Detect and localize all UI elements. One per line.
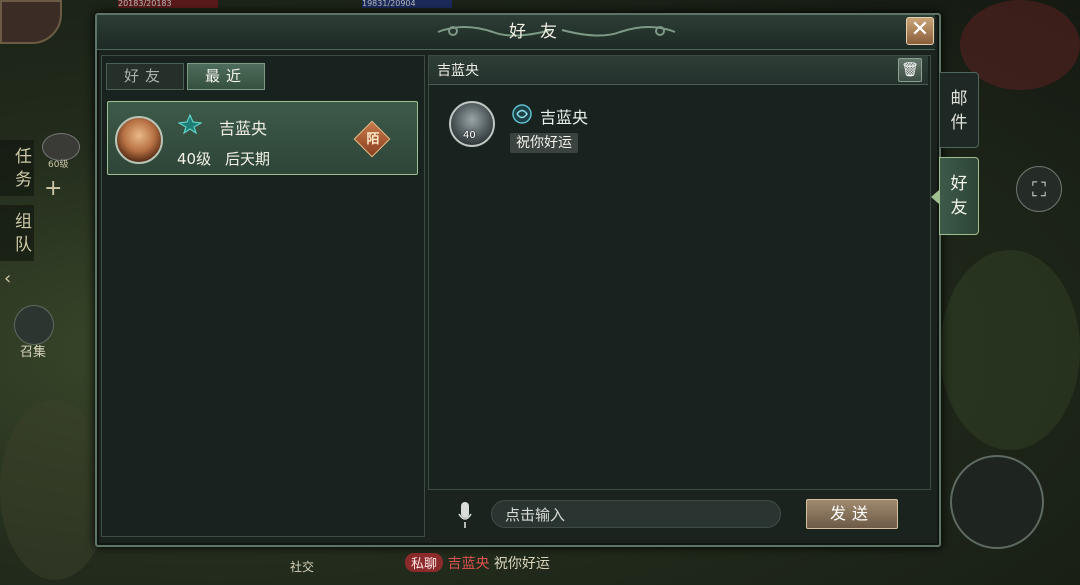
world-chat-line[interactable]: 私聊 吉蓝央 祝你好运 bbox=[405, 553, 550, 573]
message-sender-level: 40 bbox=[463, 130, 476, 141]
contact-name: 吉蓝央 bbox=[219, 119, 268, 138]
contact-realm: 后天期 bbox=[225, 150, 271, 168]
trash-icon: 🗑 bbox=[901, 62, 919, 78]
chat-channel-badge: 私聊 bbox=[405, 553, 444, 572]
send-button[interactable]: 发送 bbox=[806, 499, 898, 529]
scene-foliage bbox=[940, 250, 1080, 450]
close-icon: ✕ bbox=[910, 17, 930, 42]
summon-label: 召集 bbox=[20, 345, 47, 360]
attack-skill-button[interactable] bbox=[950, 455, 1044, 549]
task-tab[interactable]: 任务 bbox=[0, 140, 34, 196]
delete-chat-button[interactable]: 🗑 bbox=[898, 58, 922, 82]
mp-value: 19831/20904 bbox=[362, 0, 416, 8]
hp-value: 20183/20183 bbox=[118, 0, 172, 8]
contact-avatar bbox=[115, 116, 163, 164]
chat-header bbox=[429, 56, 928, 85]
side-tab-mail-label: 邮件 bbox=[950, 89, 968, 133]
side-tab-mail[interactable]: 邮件 bbox=[939, 72, 979, 148]
chat-partner-name: 吉蓝央 bbox=[437, 63, 479, 79]
team-avatar-level: 60级 bbox=[48, 160, 69, 170]
active-tab-pointer-icon bbox=[931, 190, 939, 204]
contact-level: 40级 bbox=[177, 150, 212, 168]
message-bubble: 祝你好运 bbox=[510, 133, 578, 153]
add-member-icon[interactable]: + bbox=[44, 176, 62, 201]
tab-recent[interactable]: 最近 bbox=[187, 63, 265, 90]
fullscreen-icon[interactable]: ⛶ bbox=[1016, 166, 1062, 212]
collapse-arrow-icon[interactable]: ‹ bbox=[4, 268, 11, 289]
microphone-icon[interactable] bbox=[456, 500, 474, 530]
stranger-badge-label: 陌 bbox=[366, 132, 380, 147]
social-label: 社交 bbox=[290, 560, 315, 574]
close-button[interactable]: ✕ bbox=[906, 17, 934, 45]
summon-icon[interactable] bbox=[14, 305, 54, 345]
panel-title: 好友 bbox=[509, 22, 571, 42]
message-sender-name: 吉蓝央 bbox=[540, 108, 589, 127]
tab-friends[interactable]: 好友 bbox=[106, 63, 184, 90]
chat-input[interactable]: 点击输入 bbox=[491, 500, 781, 528]
chat-pane bbox=[428, 55, 931, 490]
sect-emblem-icon bbox=[178, 114, 202, 134]
hp-bar: 20183/20183 bbox=[118, 0, 218, 8]
mp-bar: 19831/20904 bbox=[362, 0, 452, 8]
chat-line-text: 祝你好运 bbox=[493, 556, 550, 572]
side-tab-friends[interactable]: 好友 bbox=[939, 157, 979, 235]
team-tab[interactable]: 组队 bbox=[0, 205, 34, 261]
chat-line-sender: 吉蓝央 bbox=[447, 556, 490, 572]
sender-sect-icon bbox=[512, 104, 532, 124]
scene-ground bbox=[0, 400, 110, 580]
side-tab-friends-label: 好友 bbox=[950, 174, 968, 218]
